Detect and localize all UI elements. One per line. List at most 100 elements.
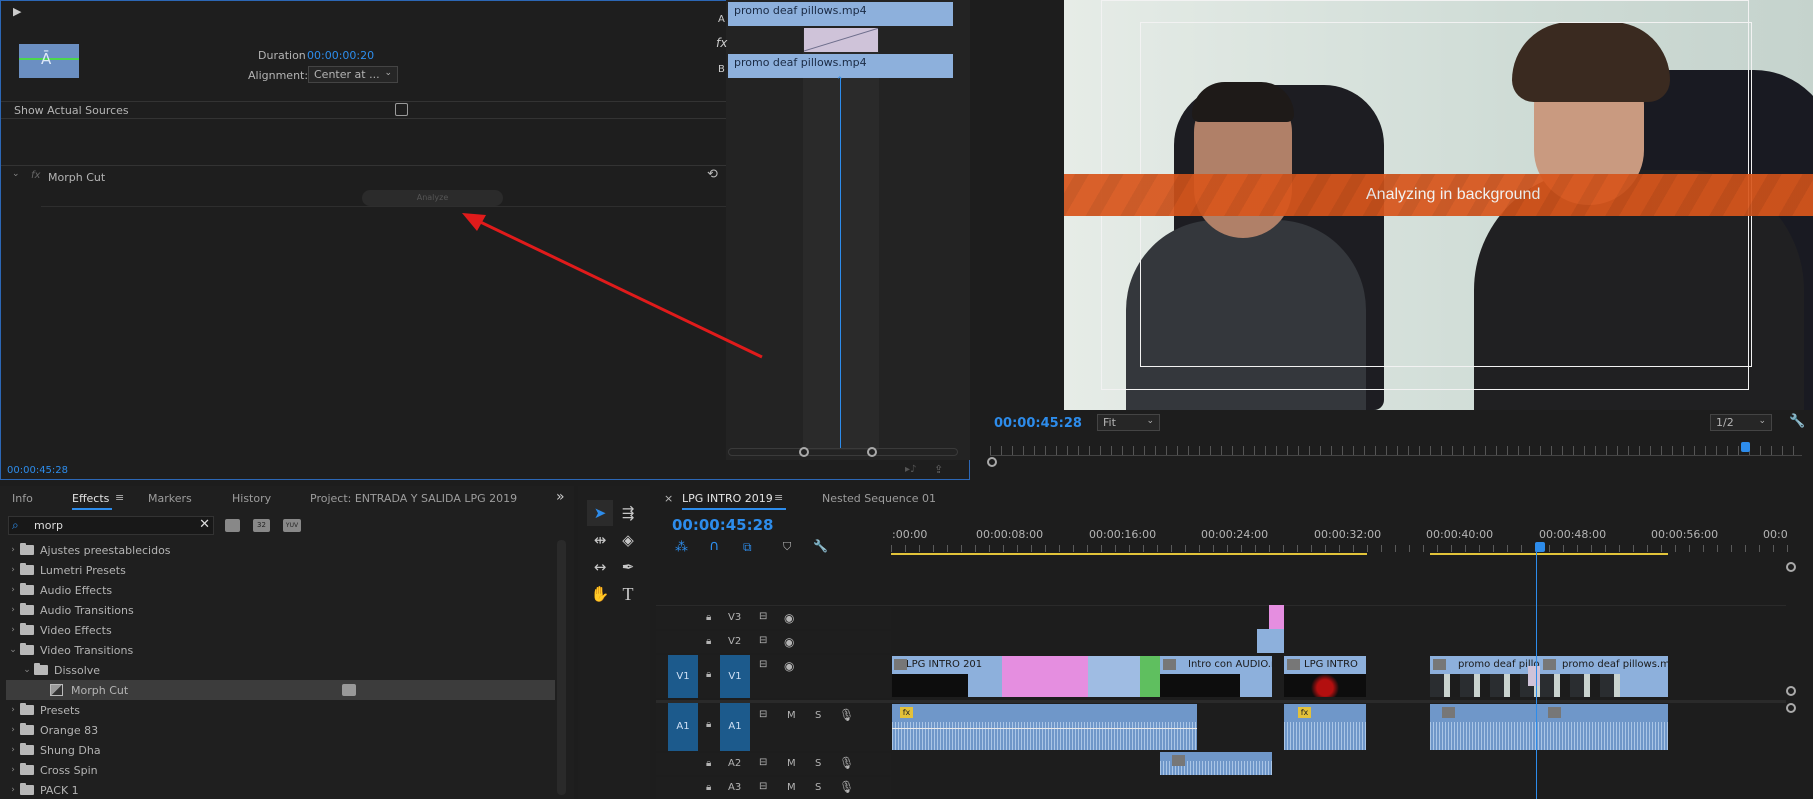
tab-project[interactable]: Project: ENTRADA Y SALIDA LPG 2019 [310, 492, 517, 505]
wrench-icon[interactable]: 🔧 [1789, 414, 1805, 429]
solo-button[interactable]: S [815, 782, 821, 793]
snap-magnet-icon[interactable]: ∩ [709, 538, 719, 554]
export-icon[interactable]: ⇪ [934, 463, 943, 476]
chevron-right-icon[interactable]: › [6, 625, 20, 635]
sync-lock-icon[interactable]: ⊟ [759, 709, 767, 720]
solo-button[interactable]: S [815, 758, 821, 769]
mute-button[interactable]: M [787, 758, 796, 769]
a2-clip[interactable] [1160, 752, 1272, 775]
transition-bar[interactable] [804, 28, 878, 52]
track-target-v1[interactable]: V1 [720, 655, 750, 698]
v1-clip-lpg-intro[interactable]: LPG INTRO 201 [892, 656, 1038, 697]
timeline-scroll-handle[interactable] [1786, 562, 1796, 572]
tree-item-dissolve[interactable]: ⌄ Dissolve [0, 660, 555, 680]
work-area-bar[interactable] [891, 553, 1367, 555]
mute-button[interactable]: M [787, 782, 796, 793]
show-actual-sources-checkbox[interactable] [395, 103, 408, 116]
v1-clip-green[interactable] [1140, 656, 1160, 697]
yuv-effects-icon[interactable]: YUV [283, 519, 301, 532]
filter-audio-icon[interactable]: ▸♪ [905, 464, 916, 475]
microphone-icon[interactable]: 🎙︎ [839, 756, 854, 770]
chevron-right-icon[interactable]: › [6, 785, 20, 795]
mute-button[interactable]: M [787, 710, 796, 721]
tree-item-video-transitions[interactable]: ⌄ Video Transitions [0, 640, 555, 660]
hand-tool-icon[interactable]: ✋ [587, 581, 613, 607]
v1-clip-intro-audio[interactable]: Intro con AUDIO.mp [1160, 656, 1272, 697]
panel-menu-icon[interactable]: ≡ [774, 491, 783, 504]
chevron-right-icon[interactable]: › [6, 565, 20, 575]
tree-item-audio-transitions[interactable]: › Audio Transitions [0, 600, 555, 620]
chevron-right-icon[interactable]: › [6, 725, 20, 735]
tree-item-ajustes[interactable]: › Ajustes preestablecidos [0, 540, 555, 560]
tree-item-orange-83[interactable]: › Orange 83 [0, 720, 555, 740]
sync-lock-icon[interactable]: ⊟ [759, 659, 767, 670]
chevron-right-icon[interactable]: › [6, 745, 20, 755]
more-tabs-icon[interactable]: » [556, 489, 565, 505]
tree-item-presets[interactable]: › Presets [0, 700, 555, 720]
ec-playhead[interactable] [840, 78, 841, 448]
ec-timecode[interactable]: 00:00:45:28 [7, 465, 68, 476]
tab-history[interactable]: History [232, 492, 271, 505]
source-patch-a1[interactable]: A1 [668, 703, 698, 751]
clip-b-bar[interactable]: promo deaf pillows.mp4 [728, 54, 953, 78]
v1-clip-blue-segments[interactable] [1088, 656, 1140, 697]
timeline-settings-icon[interactable]: 🔧 [813, 539, 828, 553]
chevron-right-icon[interactable]: › [6, 705, 20, 715]
32bit-effects-icon[interactable]: 32 [253, 519, 270, 532]
tab-info[interactable]: Info [12, 492, 33, 505]
v3-clip[interactable] [1269, 605, 1284, 629]
ec-zoom-scrollbar[interactable] [728, 447, 958, 457]
nest-icon[interactable]: ⁂ [675, 540, 688, 555]
tab-effects[interactable]: Effects [72, 492, 109, 505]
v1-clip-lpg-intro-2[interactable]: LPG INTRO [1284, 656, 1366, 697]
sync-lock-icon[interactable]: ⊟ [759, 635, 767, 646]
eye-icon[interactable]: ◉ [784, 659, 794, 673]
work-area-bar[interactable] [1430, 553, 1668, 555]
pen-tool-icon[interactable]: ✒ [615, 554, 641, 580]
chevron-down-icon[interactable]: ⌄ [20, 665, 34, 675]
v1-clip-pink[interactable] [1038, 656, 1088, 697]
lock-icon[interactable]: 🔒︎ [706, 669, 711, 680]
timeline-timecode[interactable]: 00:00:45:28 [672, 516, 774, 534]
analyze-button[interactable]: Analyze [362, 190, 503, 206]
linked-selection-icon[interactable]: ⧉ [743, 540, 752, 555]
timeline-playhead[interactable] [1535, 542, 1545, 552]
tree-item-morph-cut[interactable]: Morph Cut [6, 680, 555, 700]
razor-tool-icon[interactable]: ◈ [615, 527, 641, 553]
effects-search-input[interactable]: ⌕ morp ✕ [8, 516, 214, 535]
sync-lock-icon[interactable]: ⊟ [759, 781, 767, 792]
sync-lock-icon[interactable]: ⊟ [759, 757, 767, 768]
tree-item-cross-spin[interactable]: › Cross Spin [0, 760, 555, 780]
reset-icon[interactable]: ⟲ [707, 167, 718, 182]
tree-item-lumetri-presets[interactable]: › Lumetri Presets [0, 560, 555, 580]
lock-icon[interactable]: 🔒︎ [706, 636, 711, 647]
accelerated-effects-icon[interactable] [225, 519, 240, 532]
close-sequence-icon[interactable]: × [664, 492, 673, 505]
timeline-scroll-handle[interactable] [1786, 703, 1796, 713]
lock-icon[interactable]: 🔒︎ [706, 782, 711, 793]
a1-clip-intro-audio[interactable]: fx [892, 704, 1197, 750]
microphone-icon[interactable]: 🎙︎ [839, 708, 854, 722]
tree-item-audio-effects[interactable]: › Audio Effects [0, 580, 555, 600]
track-target-a1[interactable]: A1 [720, 703, 750, 751]
a1-clip-promo[interactable] [1430, 704, 1668, 750]
tree-item-pack-1[interactable]: › PACK 1 [0, 780, 555, 799]
v1-clip-promo-2[interactable]: promo deaf pillows.mp [1540, 656, 1668, 697]
track-select-tool-icon[interactable]: ⇶ [615, 500, 641, 526]
lock-icon[interactable]: 🔒︎ [706, 758, 711, 769]
program-timecode[interactable]: 00:00:45:28 [994, 416, 1082, 431]
lock-icon[interactable]: 🔒︎ [706, 612, 711, 623]
zoom-handle[interactable] [987, 457, 997, 467]
sync-lock-icon[interactable]: ⊟ [759, 611, 767, 622]
type-tool-icon[interactable]: T [615, 581, 641, 607]
tab-markers[interactable]: Markers [148, 492, 192, 505]
eye-icon[interactable]: ◉ [784, 611, 794, 625]
solo-button[interactable]: S [815, 710, 821, 721]
chevron-right-icon[interactable]: › [6, 605, 20, 615]
panel-menu-icon[interactable]: ≡ [115, 491, 124, 504]
alignment-dropdown[interactable]: Center at ... ⌄ [308, 66, 398, 83]
slip-tool-icon[interactable]: ↔ [587, 554, 613, 580]
program-time-ruler[interactable] [990, 446, 1802, 456]
timeline-ruler-ticks[interactable] [891, 545, 1788, 552]
duration-value[interactable]: 00:00:00:20 [307, 49, 374, 62]
